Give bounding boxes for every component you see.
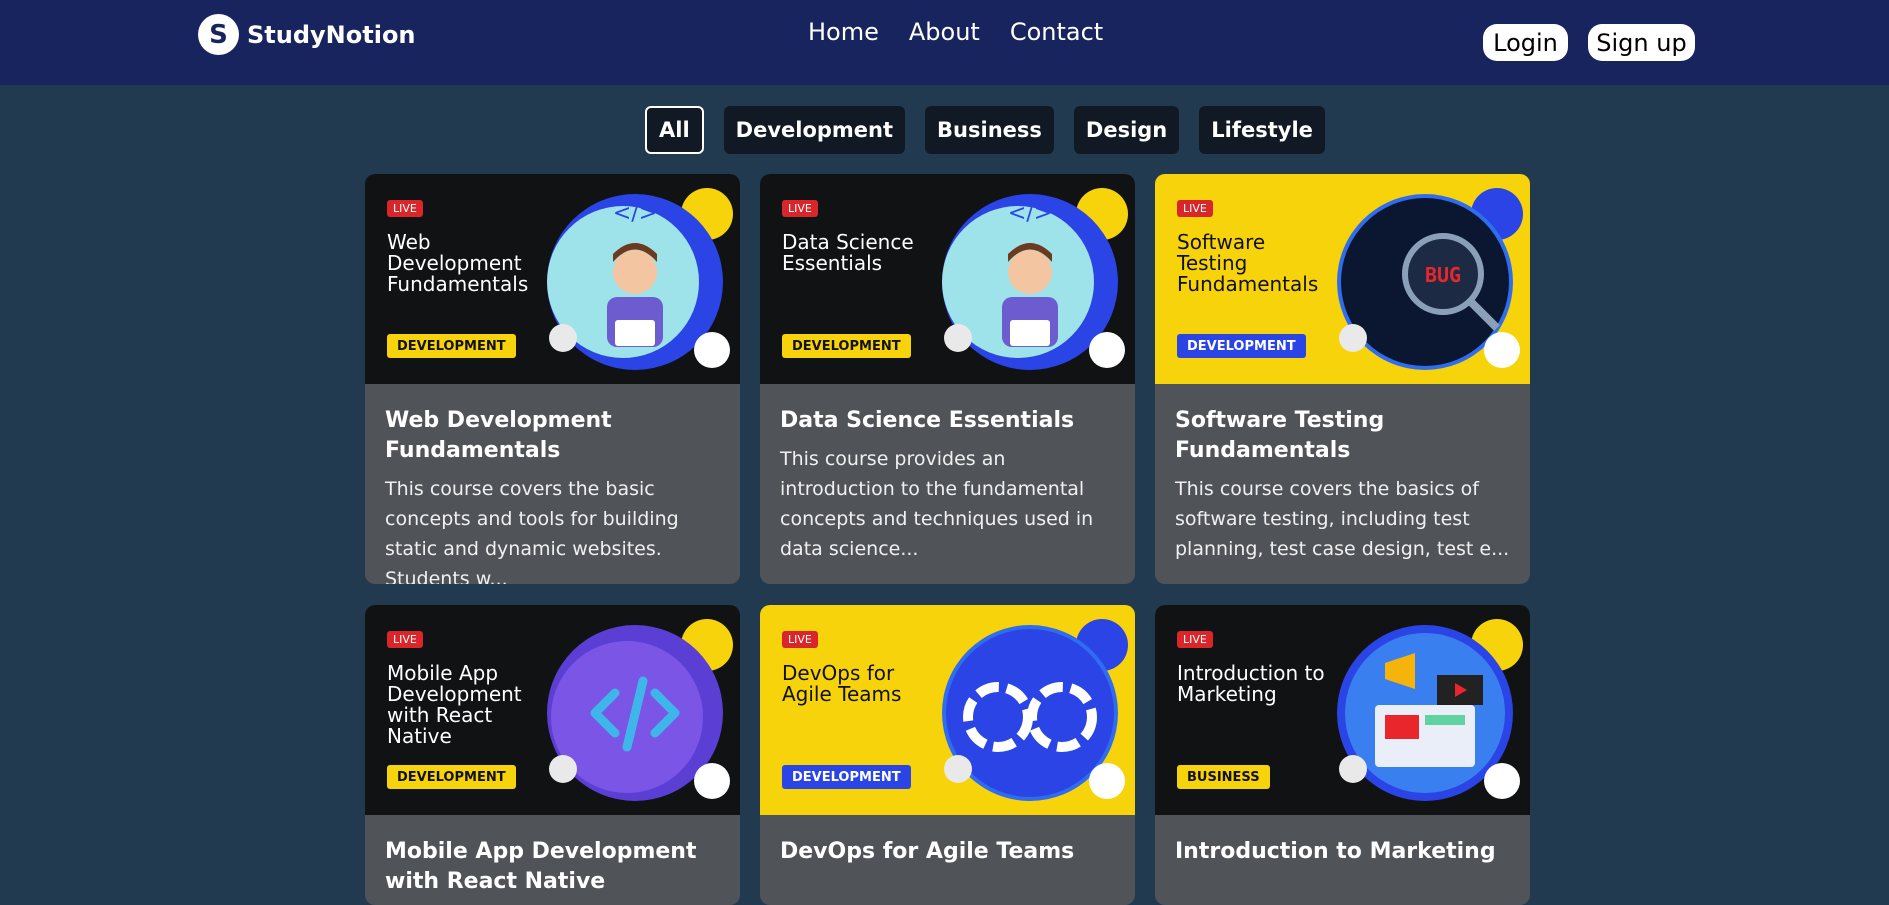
svg-text:</>: </> [613, 201, 657, 226]
course-title: Data Science Essentials [780, 408, 1075, 433]
thumbnail-title: Software Testing Fundamentals [1177, 230, 1319, 296]
logo-icon: S [198, 14, 239, 55]
thumbnail-title: DevOps for Agile Teams [782, 661, 902, 706]
course-title: DevOps for Agile Teams [780, 839, 1075, 864]
live-badge: LIVE [782, 631, 818, 648]
course-card[interactable]: LIVE Introduction to Marketing BUSINESS … [1155, 605, 1530, 905]
nav-link-about[interactable]: About [909, 18, 980, 46]
filter-design[interactable]: Design [1073, 106, 1180, 154]
course-thumbnail: LIVE Introduction to Marketing BUSINESS [1155, 605, 1530, 815]
live-badge: LIVE [387, 200, 423, 217]
live-badge: LIVE [1177, 200, 1213, 217]
thumbnail-title: Introduction to Marketing [1177, 661, 1325, 706]
live-badge: LIVE [1177, 631, 1213, 648]
course-card[interactable]: LIVE Data Science Essentials DEVELOPMENT… [760, 174, 1135, 584]
brand-logo[interactable]: S StudyNotion [198, 14, 416, 55]
carousel-dot [549, 755, 577, 783]
live-badge: LIVE [387, 631, 423, 648]
svg-text:BUG: BUG [1425, 263, 1461, 287]
course-description: This course covers the basics of softwar… [1175, 478, 1510, 560]
course-thumbnail: LIVE Software Testing Fundamentals DEVEL… [1155, 174, 1530, 384]
course-card[interactable]: LIVE Software Testing Fundamentals DEVEL… [1155, 174, 1530, 584]
filter-all[interactable]: All [645, 106, 704, 154]
carousel-dot [944, 324, 972, 352]
filter-lifestyle[interactable]: Lifestyle [1199, 106, 1325, 154]
heart-icon[interactable] [1089, 763, 1125, 799]
live-badge: LIVE [782, 200, 818, 217]
course-card[interactable]: LIVE Mobile App Development with React N… [365, 605, 740, 905]
thumbnail-title: Mobile App Development with React Native [387, 661, 522, 748]
carousel-dot [944, 755, 972, 783]
heart-icon[interactable] [1089, 332, 1125, 368]
heart-icon[interactable] [694, 332, 730, 368]
nav-link-home[interactable]: Home [808, 18, 879, 46]
course-description: This course provides an introduction to … [780, 448, 1094, 560]
signup-button[interactable]: Sign up [1588, 24, 1695, 61]
heart-icon[interactable] [1484, 763, 1520, 799]
thumbnail-title: Data Science Essentials [782, 230, 914, 275]
category-tag: DEVELOPMENT [387, 334, 516, 358]
category-filters: All Development Business Design Lifestyl… [645, 106, 1325, 154]
filter-development[interactable]: Development [723, 106, 906, 154]
heart-icon[interactable] [694, 763, 730, 799]
course-title: Software Testing Fundamentals [1175, 408, 1385, 463]
course-title: Web Development Fundamentals [385, 408, 612, 463]
category-tag: DEVELOPMENT [387, 765, 516, 789]
svg-text:</>: </> [1008, 201, 1052, 226]
carousel-dot [549, 324, 577, 352]
nav-link-contact[interactable]: Contact [1010, 18, 1103, 46]
course-thumbnail: LIVE DevOps for Agile Teams DEVELOPMENT [760, 605, 1135, 815]
course-card[interactable]: LIVE DevOps for Agile Teams DEVELOPMENT … [760, 605, 1135, 905]
filter-business[interactable]: Business [925, 106, 1054, 154]
course-title: Mobile App Development with React Native [385, 839, 697, 894]
category-tag: DEVELOPMENT [782, 765, 911, 789]
brand-name: StudyNotion [247, 20, 416, 49]
course-thumbnail: LIVE Data Science Essentials DEVELOPMENT… [760, 174, 1135, 384]
course-thumbnail: LIVE Web Development Fundamentals DEVELO… [365, 174, 740, 384]
heart-icon[interactable] [1484, 332, 1520, 368]
category-tag: DEVELOPMENT [782, 334, 911, 358]
course-title: Introduction to Marketing [1175, 839, 1496, 864]
category-tag: BUSINESS [1177, 765, 1270, 789]
top-navbar: S StudyNotion Home About Contact Login S… [0, 0, 1889, 85]
course-description: This course covers the basic concepts an… [385, 478, 679, 584]
main-nav: Home About Contact [808, 18, 1103, 46]
course-card[interactable]: LIVE Web Development Fundamentals DEVELO… [365, 174, 740, 584]
carousel-dot [1339, 755, 1367, 783]
carousel-dot [1339, 324, 1367, 352]
category-tag: DEVELOPMENT [1177, 334, 1306, 358]
login-button[interactable]: Login [1483, 24, 1568, 61]
thumbnail-title: Web Development Fundamentals [387, 230, 529, 296]
course-thumbnail: LIVE Mobile App Development with React N… [365, 605, 740, 815]
